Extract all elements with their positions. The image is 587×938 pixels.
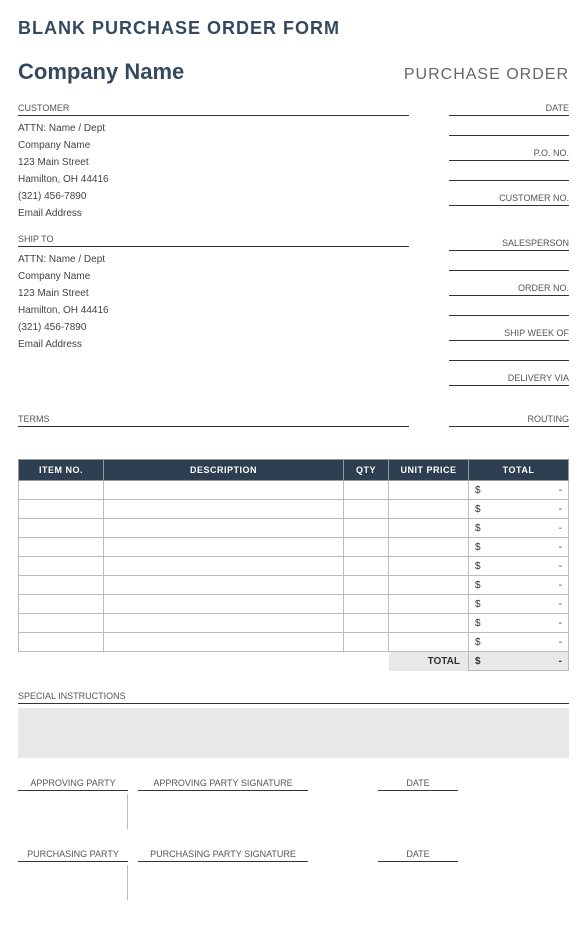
purchasing-signature-label: PURCHASING PARTY SIGNATURE (138, 849, 308, 862)
header-item: ITEM NO. (19, 460, 104, 481)
shipweek-label: SHIP WEEK OF (449, 328, 569, 341)
salesperson-field[interactable] (449, 255, 569, 271)
shipto-phone: (321) 456-7890 (18, 319, 409, 336)
customer-city: Hamilton, OH 44416 (18, 171, 409, 188)
table-row[interactable]: $- (19, 538, 569, 557)
customer-phone: (321) 456-7890 (18, 188, 409, 205)
purchasing-signature-field[interactable] (138, 865, 308, 900)
table-row[interactable]: $- (19, 595, 569, 614)
approving-signature-field[interactable] (138, 794, 308, 829)
form-title: BLANK PURCHASE ORDER FORM (18, 18, 569, 39)
shipto-email: Email Address (18, 336, 409, 353)
header-desc: DESCRIPTION (104, 460, 344, 481)
shipto-label: SHIP TO (18, 234, 409, 247)
table-row[interactable]: $- (19, 557, 569, 576)
approving-date-field[interactable] (378, 794, 458, 829)
customer-attn: ATTN: Name / Dept (18, 120, 409, 137)
header-price: UNIT PRICE (389, 460, 469, 481)
company-name: Company Name (18, 59, 184, 85)
purchasing-date-label: DATE (378, 849, 458, 862)
table-row[interactable]: $- (19, 633, 569, 652)
salesperson-label: SALESPERSON (449, 238, 569, 251)
header-total: TOTAL (469, 460, 569, 481)
custno-label: CUSTOMER NO. (449, 193, 569, 206)
pono-field[interactable] (449, 165, 569, 181)
purchase-order-heading: PURCHASE ORDER (404, 66, 569, 84)
table-row[interactable]: $- (19, 500, 569, 519)
purchasing-party-field[interactable] (18, 865, 128, 900)
shipto-company: Company Name (18, 268, 409, 285)
approving-party-label: APPROVING PARTY (18, 778, 128, 791)
purchasing-date-field[interactable] (378, 865, 458, 900)
special-instructions-box[interactable] (18, 708, 569, 758)
special-instructions-label: SPECIAL INSTRUCTIONS (18, 691, 569, 704)
customer-label: CUSTOMER (18, 103, 409, 116)
customer-street: 123 Main Street (18, 154, 409, 171)
header-qty: QTY (344, 460, 389, 481)
customer-company: Company Name (18, 137, 409, 154)
orderno-label: ORDER NO. (449, 283, 569, 296)
delivery-label: DELIVERY VIA (449, 373, 569, 386)
terms-label: TERMS (18, 414, 409, 427)
shipto-street: 123 Main Street (18, 285, 409, 302)
shipto-attn: ATTN: Name / Dept (18, 251, 409, 268)
purchasing-party-label: PURCHASING PARTY (18, 849, 128, 862)
approving-date-label: DATE (378, 778, 458, 791)
date-label: DATE (449, 103, 569, 116)
table-row[interactable]: $- (19, 576, 569, 595)
orderno-field[interactable] (449, 300, 569, 316)
table-row[interactable]: $- (19, 519, 569, 538)
shipto-city: Hamilton, OH 44416 (18, 302, 409, 319)
customer-email: Email Address (18, 205, 409, 222)
pono-label: P.O. NO. (449, 148, 569, 161)
items-table: ITEM NO. DESCRIPTION QTY UNIT PRICE TOTA… (18, 459, 569, 671)
shipweek-field[interactable] (449, 345, 569, 361)
table-row[interactable]: $- (19, 481, 569, 500)
approving-party-field[interactable] (18, 794, 128, 829)
custno-field[interactable] (449, 210, 569, 226)
approving-signature-label: APPROVING PARTY SIGNATURE (138, 778, 308, 791)
total-row: TOTAL$- (19, 652, 569, 671)
routing-label: ROUTING (449, 414, 569, 427)
table-row[interactable]: $- (19, 614, 569, 633)
date-field[interactable] (449, 120, 569, 136)
